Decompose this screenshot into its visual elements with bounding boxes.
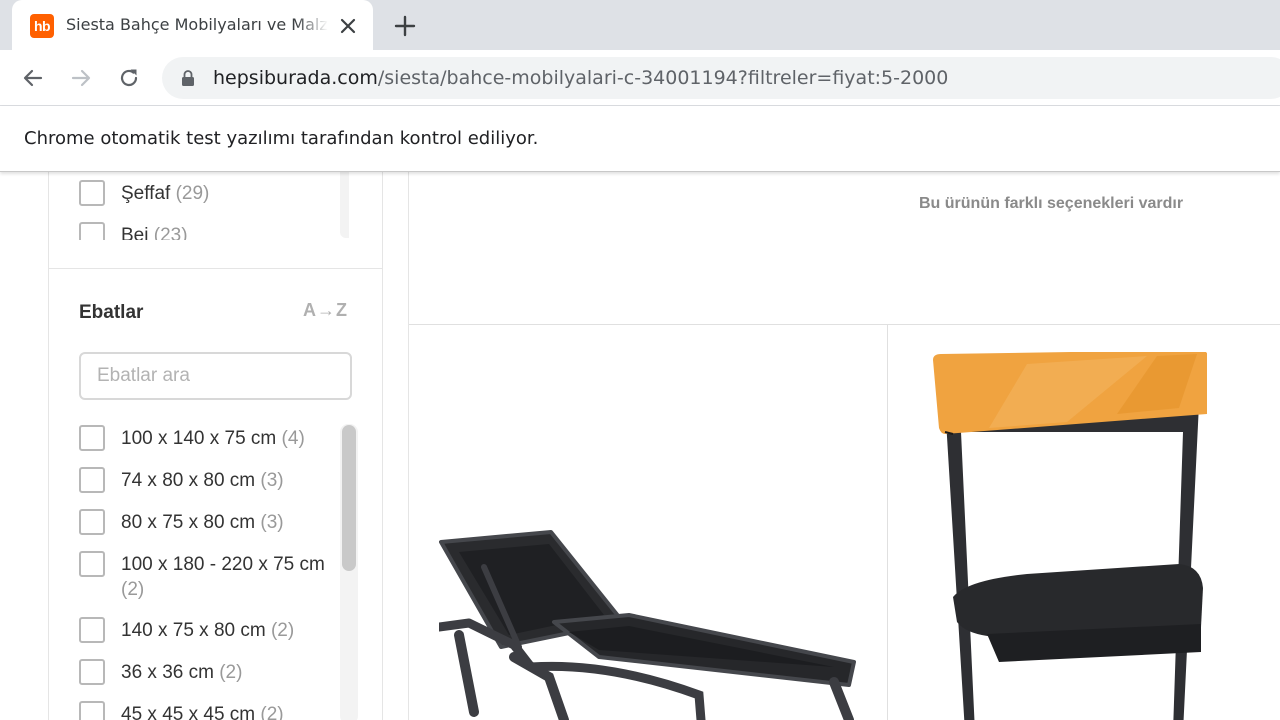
forward-arrow-icon[interactable] — [68, 65, 94, 91]
filter-option-label: 80 x 75 x 80 cm — [121, 512, 256, 533]
new-tab-plus-icon[interactable] — [392, 13, 418, 39]
automation-infobar: Chrome otomatik test yazılımı tarafından… — [0, 106, 1280, 172]
color-filter-list: Şeffaf (29) Bej (23) — [49, 172, 349, 240]
browser-toolbar: hepsiburada.com/siesta/bahce-mobilyalari… — [0, 50, 1280, 106]
hepsiburada-favicon-icon: hb — [30, 14, 54, 38]
color-list-scrollbar[interactable] — [340, 172, 349, 238]
url-path: /siesta/bahce-mobilyalari-c-34001194?fil… — [377, 67, 949, 89]
checkbox[interactable] — [79, 617, 105, 643]
checkbox[interactable] — [79, 425, 105, 451]
checkbox[interactable] — [79, 509, 105, 535]
filter-option-count: (2) — [121, 579, 145, 600]
checkbox[interactable] — [79, 701, 105, 720]
sort-az-button[interactable]: A→Z — [303, 300, 348, 321]
sizes-search-input[interactable] — [79, 352, 352, 400]
close-icon[interactable] — [336, 14, 360, 38]
chair-product-image[interactable] — [917, 352, 1207, 720]
checkbox[interactable] — [79, 467, 105, 493]
browser-tab[interactable]: hb Siesta Bahçe Mobilyaları ve Malzemele… — [12, 0, 373, 50]
filter-option-label: Şeffaf — [121, 183, 171, 204]
filter-option-count: (2) — [270, 620, 295, 641]
filter-option-label: Bej — [121, 225, 149, 240]
checkbox[interactable] — [79, 659, 105, 685]
sizes-scrollbar-thumb[interactable] — [342, 425, 356, 571]
filter-option-count: (29) — [175, 183, 210, 204]
lock-icon[interactable] — [179, 69, 197, 87]
tab-strip: hb Siesta Bahçe Mobilyaları ve Malzemele… — [0, 0, 1280, 50]
filter-option-label: 45 x 45 x 45 cm — [121, 704, 256, 720]
section-divider — [49, 268, 382, 269]
variant-options-note: Bu ürünün farklı seçenekleri vardır — [919, 195, 1184, 212]
checkbox[interactable] — [79, 180, 105, 206]
filter-option-count: (2) — [260, 704, 284, 720]
sun-lounger-product-image[interactable] — [439, 527, 859, 720]
filter-option-label: 100 x 140 x 75 cm — [121, 428, 277, 449]
tab-title: Siesta Bahçe Mobilyaları ve Malzemeleri — [66, 15, 328, 34]
sizes-section-title: Ebatlar — [79, 302, 144, 323]
filter-option-count: (3) — [260, 512, 284, 533]
filter-option-label: 140 x 75 x 80 cm — [121, 620, 266, 641]
product-card-divider — [887, 324, 888, 720]
reload-icon[interactable] — [116, 65, 142, 91]
url-text: hepsiburada.com/siesta/bahce-mobilyalari… — [213, 67, 948, 89]
product-grid: Bu ürünün farklı seçenekleri vardır — [408, 172, 1280, 720]
infobar-message: Chrome otomatik test yazılımı tarafından… — [24, 128, 539, 149]
filter-sidebar: Şeffaf (29) Bej (23) Ebatlar A→Z 100 x 1… — [48, 172, 383, 720]
url-host: hepsiburada.com — [213, 67, 378, 89]
filter-option-label: 100 x 180 - 220 x 75 cm — [121, 554, 325, 575]
filter-option-count: (4) — [281, 428, 305, 449]
address-bar[interactable]: hepsiburada.com/siesta/bahce-mobilyalari… — [162, 57, 1280, 99]
filter-option-count: (3) — [260, 470, 284, 491]
back-arrow-icon[interactable] — [20, 65, 46, 91]
filter-option-count: (23) — [153, 225, 188, 240]
checkbox[interactable] — [79, 222, 105, 240]
filter-option-label: 36 x 36 cm — [121, 662, 214, 683]
page-content: Şeffaf (29) Bej (23) Ebatlar A→Z 100 x 1… — [0, 172, 1280, 720]
filter-option-label: 74 x 80 x 80 cm — [121, 470, 256, 491]
checkbox[interactable] — [79, 551, 105, 577]
product-row-divider — [409, 324, 1280, 325]
filter-option-count: (2) — [219, 662, 243, 683]
